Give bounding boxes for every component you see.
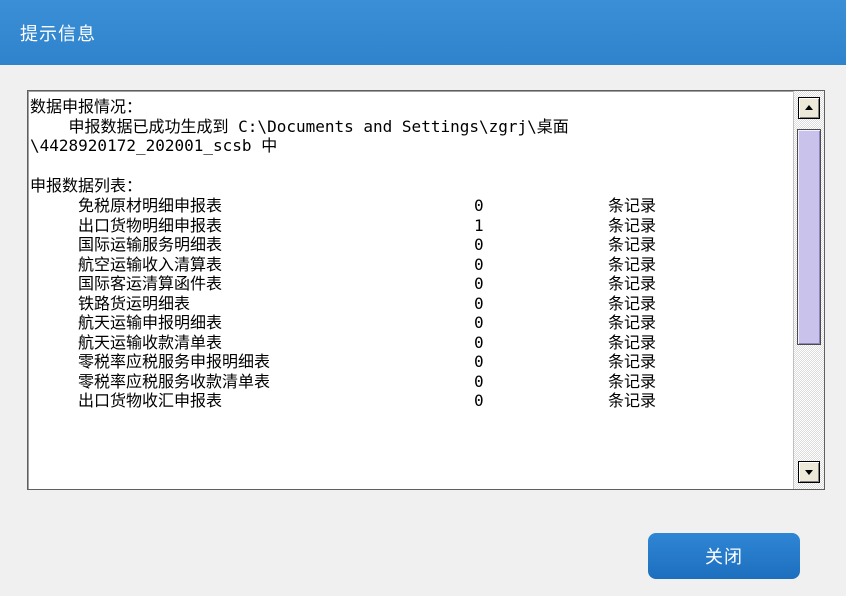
record-row: 零税率应税服务申报明细表 0 条记录	[28, 353, 792, 371]
record-row: 航天运输收款清单表 0 条记录	[28, 332, 792, 352]
record-unit: 条记录	[608, 196, 657, 215]
dialog-titlebar: 提示信息	[0, 0, 846, 65]
record-name: 航天运输申报明细表	[78, 313, 223, 332]
record-row: 航空运输收入清算表 0 条记录	[28, 254, 792, 274]
record-count: 0	[474, 371, 484, 391]
list-heading: 申报数据列表：	[30, 176, 143, 195]
record-row: 零税率应税服务收款清单表 0 条记录	[28, 371, 792, 391]
record-name: 航天运输收款清单表	[78, 332, 223, 352]
scroll-down-arrow-icon	[805, 470, 813, 475]
scroll-up-arrow-icon	[805, 105, 813, 110]
record-unit: 条记录	[608, 352, 657, 371]
close-button[interactable]: 关闭	[648, 533, 800, 579]
record-unit: 条记录	[608, 293, 657, 313]
record-count: 0	[474, 235, 484, 254]
record-name: 国际客运清算函件表	[78, 274, 223, 293]
record-unit: 条记录	[608, 254, 657, 274]
scroll-thumb[interactable]	[797, 129, 821, 345]
record-count: 0	[474, 196, 484, 215]
record-unit: 条记录	[608, 371, 657, 391]
record-count: 0	[474, 352, 484, 371]
record-unit: 条记录	[608, 235, 657, 254]
record-name: 国际运输服务明细表	[78, 235, 223, 254]
record-name: 航空运输收入清算表	[78, 254, 223, 274]
record-row: 国际运输服务明细表 0 条记录	[28, 236, 792, 254]
record-unit: 条记录	[608, 215, 657, 235]
record-row: 免税原材明细申报表 0 条记录	[28, 197, 792, 215]
message-text-area[interactable]: 数据申报情况： 申报数据已成功生成到 C:\Documents and Sett…	[28, 91, 792, 489]
message-textbox[interactable]: 数据申报情况： 申报数据已成功生成到 C:\Documents and Sett…	[27, 90, 825, 490]
record-unit: 条记录	[608, 313, 657, 332]
summary-heading: 数据申报情况：	[30, 97, 143, 116]
record-name: 出口货物明细申报表	[78, 215, 223, 235]
record-count: 0	[474, 391, 484, 410]
record-count: 0	[474, 293, 484, 313]
record-count: 0	[474, 254, 484, 274]
dialog-title: 提示信息	[20, 24, 96, 45]
success-line-2: \4428920172_202001_scsb 中	[30, 136, 278, 155]
record-name: 免税原材明细申报表	[78, 196, 223, 215]
record-name: 零税率应税服务收款清单表	[78, 371, 271, 391]
record-row: 出口货物明细申报表 1 条记录	[28, 215, 792, 235]
record-row: 国际客运清算函件表 0 条记录	[28, 275, 792, 293]
record-name: 出口货物收汇申报表	[78, 391, 223, 410]
record-row: 出口货物收汇申报表 0 条记录	[28, 392, 792, 410]
record-unit: 条记录	[608, 274, 657, 293]
record-name: 铁路货运明细表	[78, 293, 191, 313]
record-count: 0	[474, 274, 484, 293]
record-unit: 条记录	[608, 332, 657, 352]
record-count: 0	[474, 332, 484, 352]
record-name: 零税率应税服务申报明细表	[78, 352, 271, 371]
scroll-down-button[interactable]	[798, 461, 820, 483]
record-count: 0	[474, 313, 484, 332]
success-line-1: 申报数据已成功生成到 C:\Documents and Settings\zgr…	[30, 117, 569, 136]
scroll-up-button[interactable]	[798, 97, 820, 119]
vertical-scrollbar[interactable]	[793, 91, 824, 489]
record-row: 航天运输申报明细表 0 条记录	[28, 314, 792, 332]
record-unit: 条记录	[608, 391, 657, 410]
record-row: 铁路货运明细表 0 条记录	[28, 293, 792, 313]
record-count: 1	[474, 215, 484, 235]
